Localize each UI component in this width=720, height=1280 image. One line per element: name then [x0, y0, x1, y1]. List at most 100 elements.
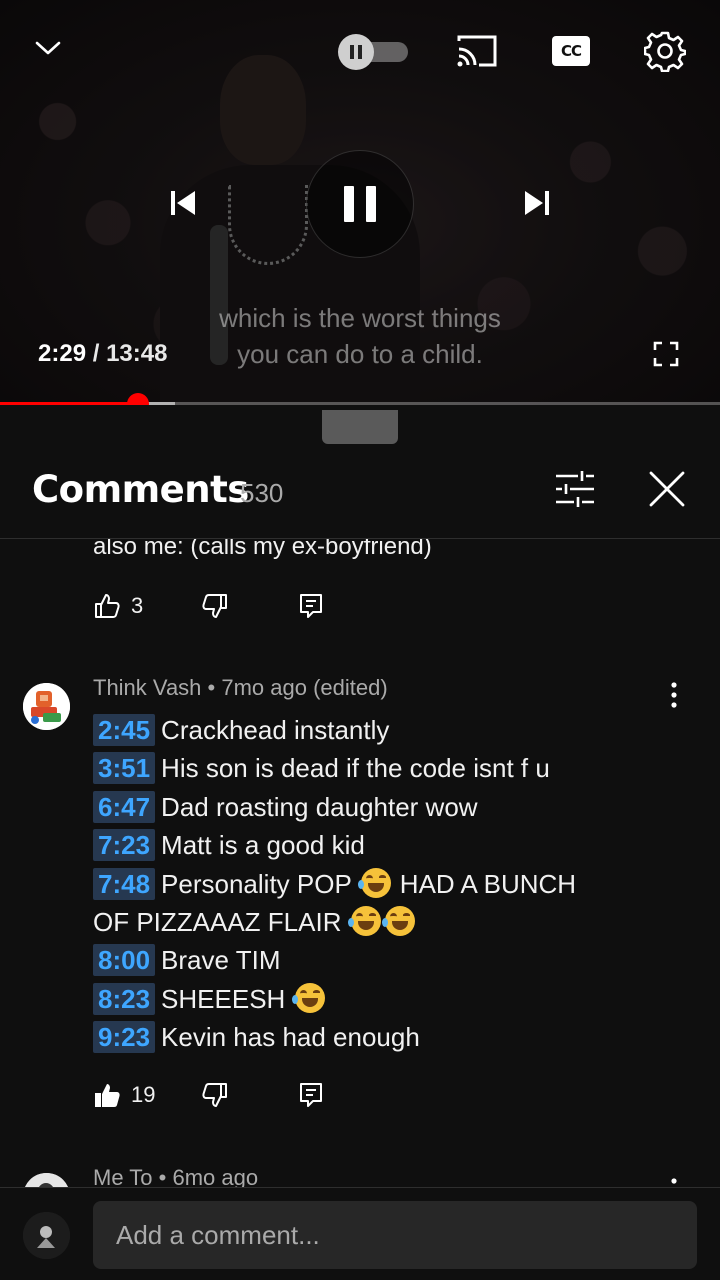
close-comments-button[interactable] [644, 466, 690, 512]
cast-icon [457, 35, 497, 67]
timestamp-link[interactable]: 8:23 [93, 982, 156, 1015]
sliders-icon [556, 471, 594, 507]
captions-button[interactable]: CC [550, 32, 592, 70]
author-avatar-image [23, 683, 70, 730]
settings-button[interactable] [640, 26, 690, 76]
comment-line: 9:23 Kevin has had enough [93, 1018, 693, 1056]
closed-captions-icon: CC [552, 36, 590, 66]
pause-icon [344, 186, 376, 222]
reply-comment-icon [300, 1083, 322, 1107]
caption-line-1: which is the worst things [219, 303, 501, 333]
reply-comment-icon [300, 594, 322, 618]
comments-header: Comments 530 [0, 462, 720, 538]
timestamp-link[interactable]: 9:23 [93, 1021, 156, 1054]
comment-line: 8:00 Brave TIM [93, 941, 693, 979]
comments-panel: Comments 530 also me: (calls my ex-boyfr… [0, 407, 720, 1280]
comment-actions: 3 [93, 586, 322, 626]
timestamp-link[interactable]: 3:51 [93, 752, 156, 785]
edited-label: (edited) [313, 675, 388, 700]
comments-list[interactable]: also me: (calls my ex-boyfriend) 3 Think… [0, 539, 720, 1187]
author-name[interactable]: Think Vash [93, 675, 201, 700]
timestamp-link[interactable]: 2:45 [93, 714, 156, 746]
comment-actions: 19 [93, 1075, 322, 1115]
comment-text-truncated: also me: (calls my ex-boyfriend) [93, 539, 432, 560]
laughing-emoji-icon [347, 906, 381, 937]
author-avatar-image [23, 1173, 70, 1187]
comment-line: 8:23 SHEEESH [93, 980, 693, 1018]
pause-small-icon [350, 45, 362, 59]
autoplay-knob [338, 34, 374, 70]
previous-video-button[interactable] [162, 182, 204, 224]
timestamp-link[interactable]: 8:00 [93, 944, 156, 977]
fullscreen-icon [653, 341, 679, 367]
comment-line: 6:47 Dad roasting daughter wow [93, 788, 693, 826]
seek-bar[interactable] [0, 393, 720, 405]
reply-button[interactable] [297, 1075, 325, 1115]
add-comment-bar [0, 1187, 720, 1280]
timestamp-link[interactable]: 7:48 [93, 867, 156, 900]
played-bar [0, 402, 138, 405]
comment-line: 7:48 Personality POP HAD A BUNCH [93, 865, 693, 903]
cast-button[interactable] [452, 30, 502, 72]
comment-age: 7mo ago [221, 675, 307, 700]
next-video-button[interactable] [516, 182, 558, 224]
skip-previous-icon [171, 191, 195, 215]
comment-line-text: His son is dead if the code isnt f u [161, 753, 550, 784]
duration: 13:48 [106, 340, 168, 367]
fullscreen-button[interactable] [646, 336, 686, 372]
video-player[interactable]: CC which is the worst things you can do … [0, 0, 720, 405]
skip-next-icon [525, 191, 549, 215]
sort-comments-button[interactable] [552, 468, 598, 510]
comment-line-text: Matt is a good kid [161, 830, 365, 861]
avatar[interactable] [23, 1173, 70, 1187]
timestamp-link[interactable]: 7:23 [93, 829, 156, 862]
like-button[interactable]: 19 [93, 1075, 155, 1115]
comment-text: 2:45 Crackhead instantly 3:51 His son is d… [93, 711, 693, 1057]
laughing-emoji-icon [381, 906, 415, 937]
timestamp-link[interactable]: 6:47 [93, 790, 156, 823]
laughing-emoji-icon [357, 867, 391, 898]
close-icon [649, 471, 685, 507]
comment-more-button[interactable] [662, 1171, 686, 1187]
comments-title: Comments [32, 468, 249, 511]
comment-line: OF PIZZAAAZ FLAIR [93, 903, 693, 941]
more-vertical-icon [671, 1178, 677, 1184]
comment-line-text: Kevin has had enough [161, 1022, 420, 1053]
dislike-button[interactable] [201, 1075, 229, 1115]
like-button[interactable]: 3 [93, 586, 143, 626]
add-comment-input[interactable] [93, 1201, 697, 1269]
more-vertical-icon [671, 682, 677, 708]
reply-button[interactable] [297, 586, 325, 626]
scrubber-handle[interactable] [126, 393, 149, 405]
comment-line-text: Dad roasting daughter wow [161, 791, 478, 822]
comment-line-text: Personality POP [161, 868, 352, 899]
comment-line: 3:51 His son is dead if the code isnt f u [93, 749, 693, 787]
comment-line-text: Brave TIM [161, 945, 281, 976]
chevron-down-icon [35, 41, 61, 55]
meta-separator: • [152, 1165, 173, 1187]
dislike-button[interactable] [201, 586, 229, 626]
comment-line-text: HAD A BUNCH [399, 868, 577, 899]
thumbs-up-filled-icon [95, 1084, 120, 1107]
comment-line-text: Crackhead instantly [161, 715, 390, 745]
comment-line-text: OF PIZZAAAZ FLAIR [93, 907, 342, 938]
like-count: 3 [131, 593, 144, 618]
author-name[interactable]: Me To [93, 1165, 153, 1187]
play-pause-button[interactable] [306, 150, 414, 258]
laughing-emoji-icon [291, 982, 325, 1013]
comment-line: 2:45 Crackhead instantly [93, 711, 693, 749]
comment-line-text: SHEEESH [161, 983, 286, 1014]
comments-count: 530 [240, 478, 284, 508]
avatar[interactable] [23, 683, 70, 730]
like-count: 19 [131, 1082, 156, 1107]
gear-icon [644, 31, 686, 72]
panel-drag-handle[interactable] [322, 410, 398, 444]
autoplay-toggle[interactable] [338, 34, 408, 70]
avatar[interactable] [23, 1212, 70, 1259]
comment-more-button[interactable] [662, 675, 686, 715]
meta-separator: • [201, 675, 222, 700]
comment-age: 6mo ago [172, 1165, 259, 1187]
current-time: 2:29 [38, 340, 87, 367]
collapse-player-button[interactable] [28, 30, 68, 66]
thumbs-down-outline-icon [202, 1083, 227, 1107]
